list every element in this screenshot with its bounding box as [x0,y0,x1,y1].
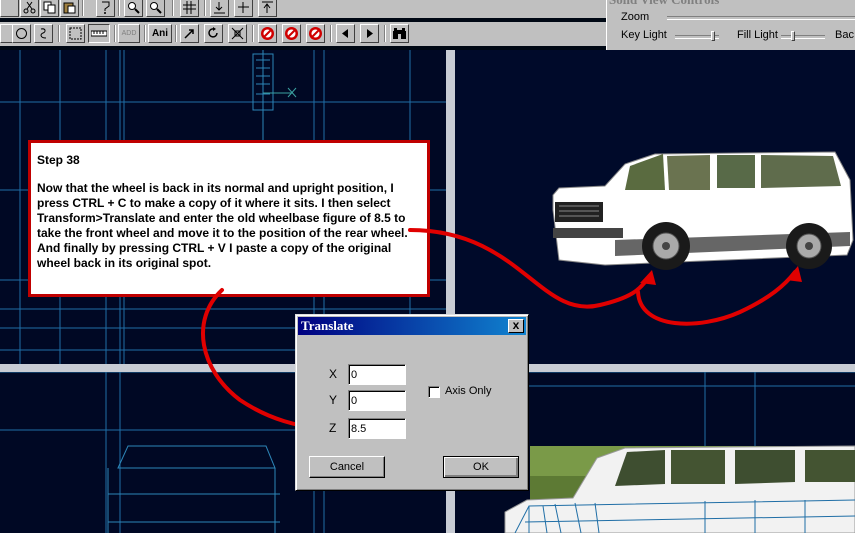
close-button[interactable]: x [508,319,524,333]
axis-only-checkbox[interactable] [428,386,440,398]
cancel-label: Cancel [329,461,365,473]
y-input[interactable] [348,390,406,411]
cancel-button[interactable]: Cancel [309,456,385,478]
translate-dialog: Translate x X Y Z Axis Only Cancel OK [295,314,529,491]
arrow-to-rear-wheel [636,270,797,326]
ok-label: OK [473,461,489,473]
y-label: Y [329,393,338,407]
dialog-titlebar[interactable]: Translate x [298,317,526,335]
arrow-to-front-wheel [408,228,650,309]
dialog-title: Translate [301,318,354,333]
axis-only-label[interactable]: Axis Only [445,385,491,397]
close-icon: x [512,318,520,332]
x-label: X [329,367,338,381]
z-input[interactable] [348,418,406,439]
ok-button[interactable]: OK [443,456,519,478]
arrowhead [640,270,656,285]
arrowhead [786,266,802,282]
x-input[interactable] [348,364,406,385]
z-label: Z [329,421,337,435]
